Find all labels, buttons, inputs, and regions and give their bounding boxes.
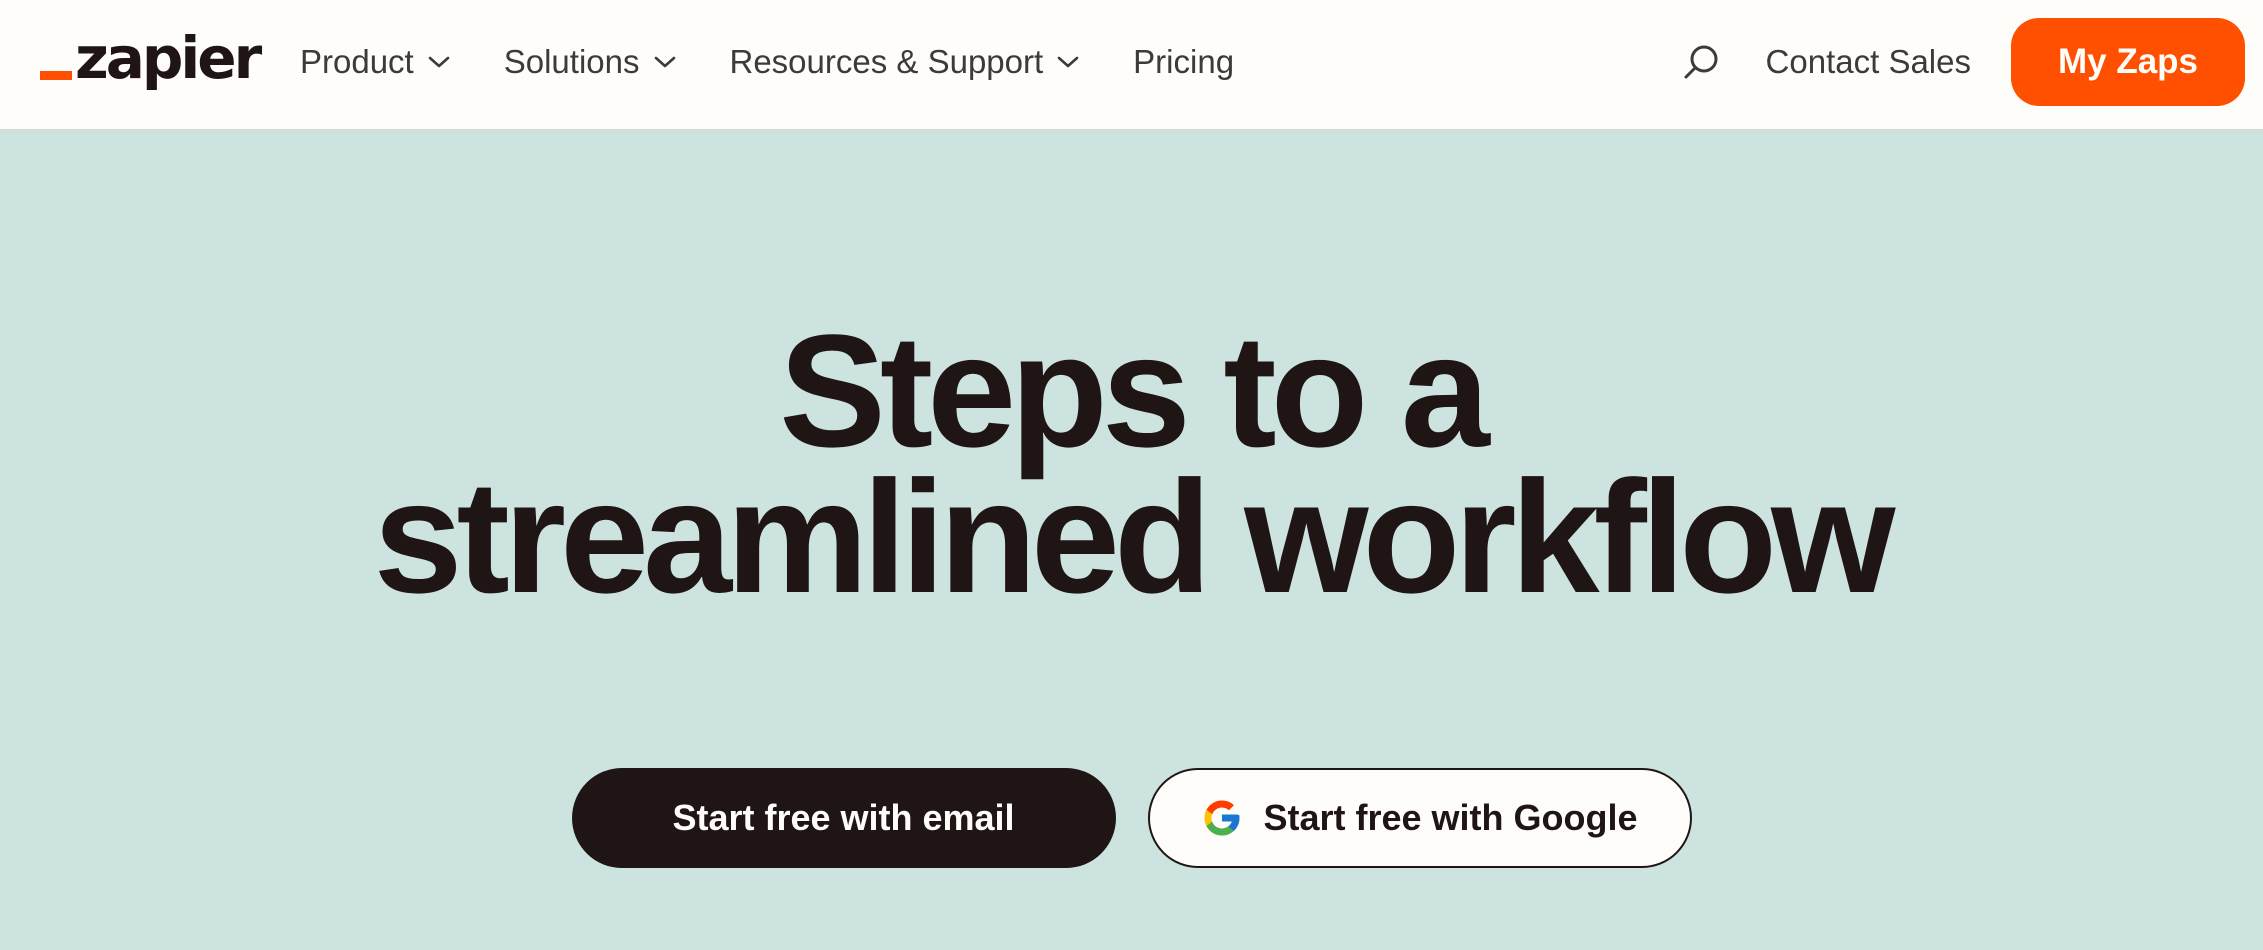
nav-item-solutions[interactable]: Solutions xyxy=(504,43,676,81)
google-icon xyxy=(1204,800,1240,836)
search-button[interactable] xyxy=(1678,39,1724,85)
nav-item-label: Product xyxy=(300,43,414,80)
nav-item-product[interactable]: Product xyxy=(300,43,450,81)
start-free-email-button[interactable]: Start free with email xyxy=(571,768,1116,868)
hero-title: Steps to a streamlined workflow xyxy=(0,301,2263,626)
chevron-down-icon xyxy=(1057,56,1079,68)
logo-wordmark: zapier xyxy=(75,24,262,92)
search-icon xyxy=(1684,45,1718,79)
my-zaps-button[interactable]: My Zaps xyxy=(2011,18,2245,106)
nav-item-resources-support[interactable]: Resources & Support xyxy=(730,43,1080,81)
start-free-google-button[interactable]: Start free with Google xyxy=(1147,768,1692,868)
start-free-google-label: Start free with Google xyxy=(1263,797,1638,838)
zapier-logo[interactable]: zapier xyxy=(40,24,262,92)
nav-item-label: Resources & Support xyxy=(729,43,1044,80)
top-navbar: zapier Product Solutions Resources & Sup… xyxy=(0,0,2263,130)
start-free-email-label: Start free with email xyxy=(672,797,1015,838)
nav-item-label: Solutions xyxy=(503,43,640,80)
hero-title-line-2: streamlined workflow xyxy=(373,447,1896,626)
nav-item-pricing[interactable]: Pricing xyxy=(1133,43,1234,81)
chevron-down-icon xyxy=(654,56,675,68)
logo-underscore-mark xyxy=(40,71,72,80)
hero-cta-row: Start free with email Start free with Go… xyxy=(0,768,2263,868)
hero-title-line-1: Steps to a xyxy=(779,301,1490,480)
contact-sales-link[interactable]: Contact Sales xyxy=(1766,43,1971,81)
nav-item-label: Pricing xyxy=(1133,43,1235,80)
chevron-down-icon xyxy=(428,56,450,68)
nav-actions: Contact Sales My Zaps xyxy=(1678,0,2245,124)
main-nav: Product Solutions Resources & Support Pr… xyxy=(300,0,1288,124)
